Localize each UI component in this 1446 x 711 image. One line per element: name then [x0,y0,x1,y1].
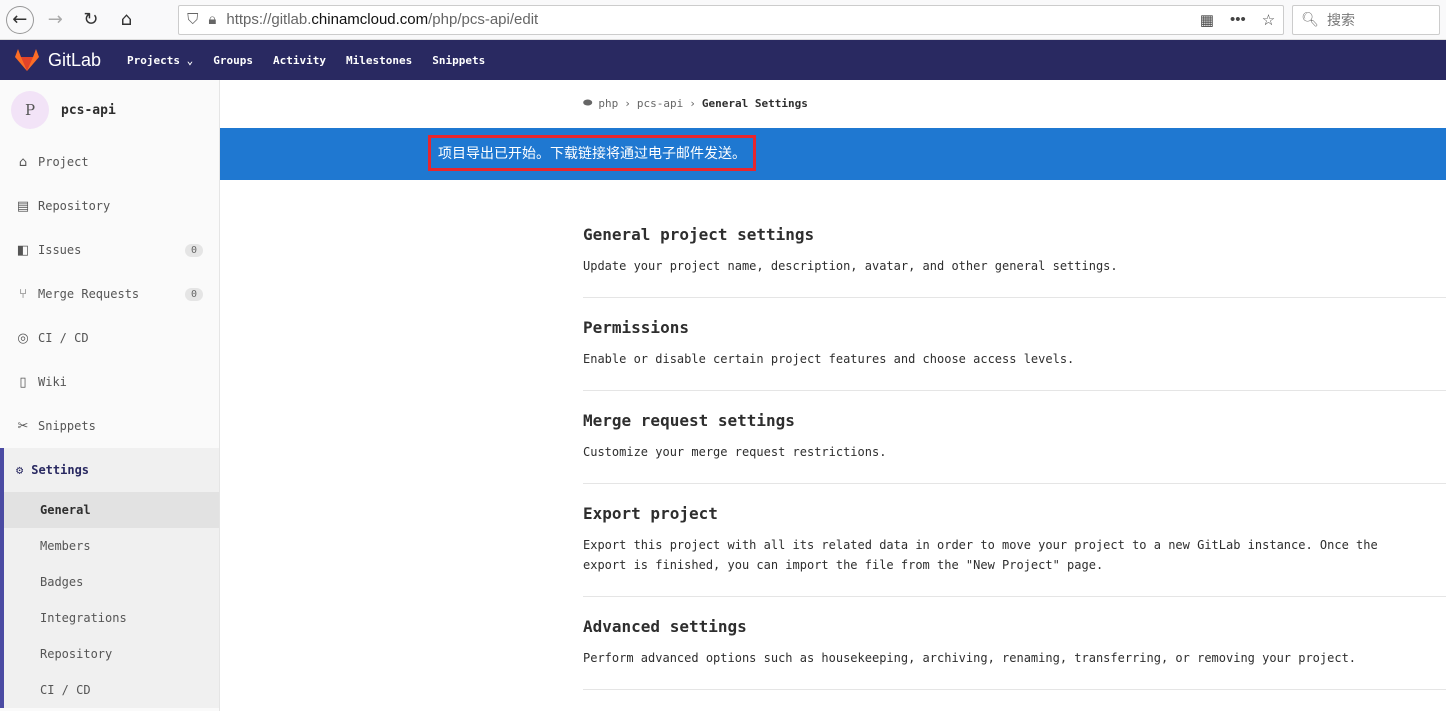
nav-milestones[interactable]: Milestones [346,54,412,67]
breadcrumb: ⬬ php › pcs-api › General Settings [583,96,808,110]
browser-search-input[interactable]: 🔍︎ 搜索 [1292,4,1440,35]
more-icon[interactable]: ••• [1230,11,1246,29]
settings-general[interactable]: General [4,492,219,528]
home-icon: ⌂ [18,154,28,170]
section-general: General project settings Update your proj… [583,205,1446,298]
issues-icon: ◧ [16,242,30,258]
lock-icon: 🔒︎ [208,11,217,28]
url-bar[interactable]: ⛉ 🔒︎ https://gitlab.chinamcloud.com/php/… [178,4,1285,35]
section-permissions: Permissions Enable or disable certain pro… [583,298,1446,391]
browser-toolbar: ← → ↻ ⌂ ⛉ 🔒︎ https://gitlab.chinamcloud.… [0,0,1446,40]
issues-count-badge: 0 [184,243,203,257]
sidebar-item-ci-cd[interactable]: ◎ CI / CD [0,316,219,360]
sidebar-item-repository[interactable]: ▤ Repository [0,184,219,228]
bookmark-star-icon[interactable]: ☆ [1262,11,1275,29]
sidebar-item-merge-requests[interactable]: ⑂ Merge Requests 0 [0,272,219,316]
sidebar-item-wiki[interactable]: ▯ Wiki [0,360,219,404]
search-icon: 🔍︎ [1301,11,1320,27]
breadcrumb-group[interactable]: php [598,97,618,110]
gitlab-logo[interactable]: GitLab [14,48,101,72]
breadcrumb-current[interactable]: General Settings [702,97,808,110]
sidebar: Ppcs-api ⌂ Project ▤ Repository ◧ Issues 0 ⑂… [0,80,220,711]
settings-integrations[interactable]: Integrations [4,600,219,636]
sidebar-project[interactable]: Ppcs-api [0,80,219,140]
flash-message: 项目导出已开始。下载链接将通过电子邮件发送。 [428,135,756,171]
gear-icon: ⚙ [16,463,24,477]
merge-request-icon: ⑂ [19,286,27,302]
nav-projects[interactable]: Projects ⌄ [127,54,193,67]
flash-banner [220,128,1446,180]
sidebar-item-settings[interactable]: ⚙ Settings [4,448,219,492]
tanuki-icon [15,49,39,71]
sidebar-settings-group: ⚙ Settings General Members Badges Integra… [0,448,219,708]
settings-sections: General project settings Update your proj… [583,205,1446,690]
reload-button[interactable]: ↻ [77,6,105,34]
settings-ci-cd[interactable]: CI / CD [4,672,219,708]
mr-count-badge: 0 [184,287,203,301]
settings-badges[interactable]: Badges [4,564,219,600]
settings-repository[interactable]: Repository [4,636,219,672]
nav-groups[interactable]: Groups [213,54,253,67]
back-button[interactable]: ← [6,5,34,34]
section-advanced: Advanced settings Perform advanced option… [583,597,1446,690]
breadcrumb-project[interactable]: pcs-api [637,97,683,110]
nav-activity[interactable]: Activity [273,54,326,67]
settings-members[interactable]: Members [4,528,219,564]
forward-button[interactable]: → [42,6,70,34]
book-icon: ▯ [19,374,27,390]
section-export: Export project Export this project with a… [583,484,1446,597]
section-merge-requests: Merge request settings Customize your mer… [583,391,1446,484]
scissors-icon: ✂ [17,418,29,434]
group-avatar-icon: ⬬ [583,96,593,109]
sidebar-item-project[interactable]: ⌂ Project [0,140,219,184]
url-text: https://gitlab.chinamcloud.com/php/pcs-a… [226,11,539,28]
nav-snippets[interactable]: Snippets [432,54,485,67]
qr-code-icon[interactable]: ▦ [1200,11,1214,29]
shield-icon: ⛉ [187,11,199,28]
rocket-icon: ◎ [17,330,29,346]
avatar: P [11,91,49,129]
home-button[interactable]: ⌂ [113,6,141,34]
top-navbar: GitLab Projects ⌄ Groups Activity Milest… [0,40,1446,80]
sidebar-item-snippets[interactable]: ✂ Snippets [0,404,219,448]
doc-icon: ▤ [16,198,30,214]
sidebar-item-issues[interactable]: ◧ Issues 0 [0,228,219,272]
